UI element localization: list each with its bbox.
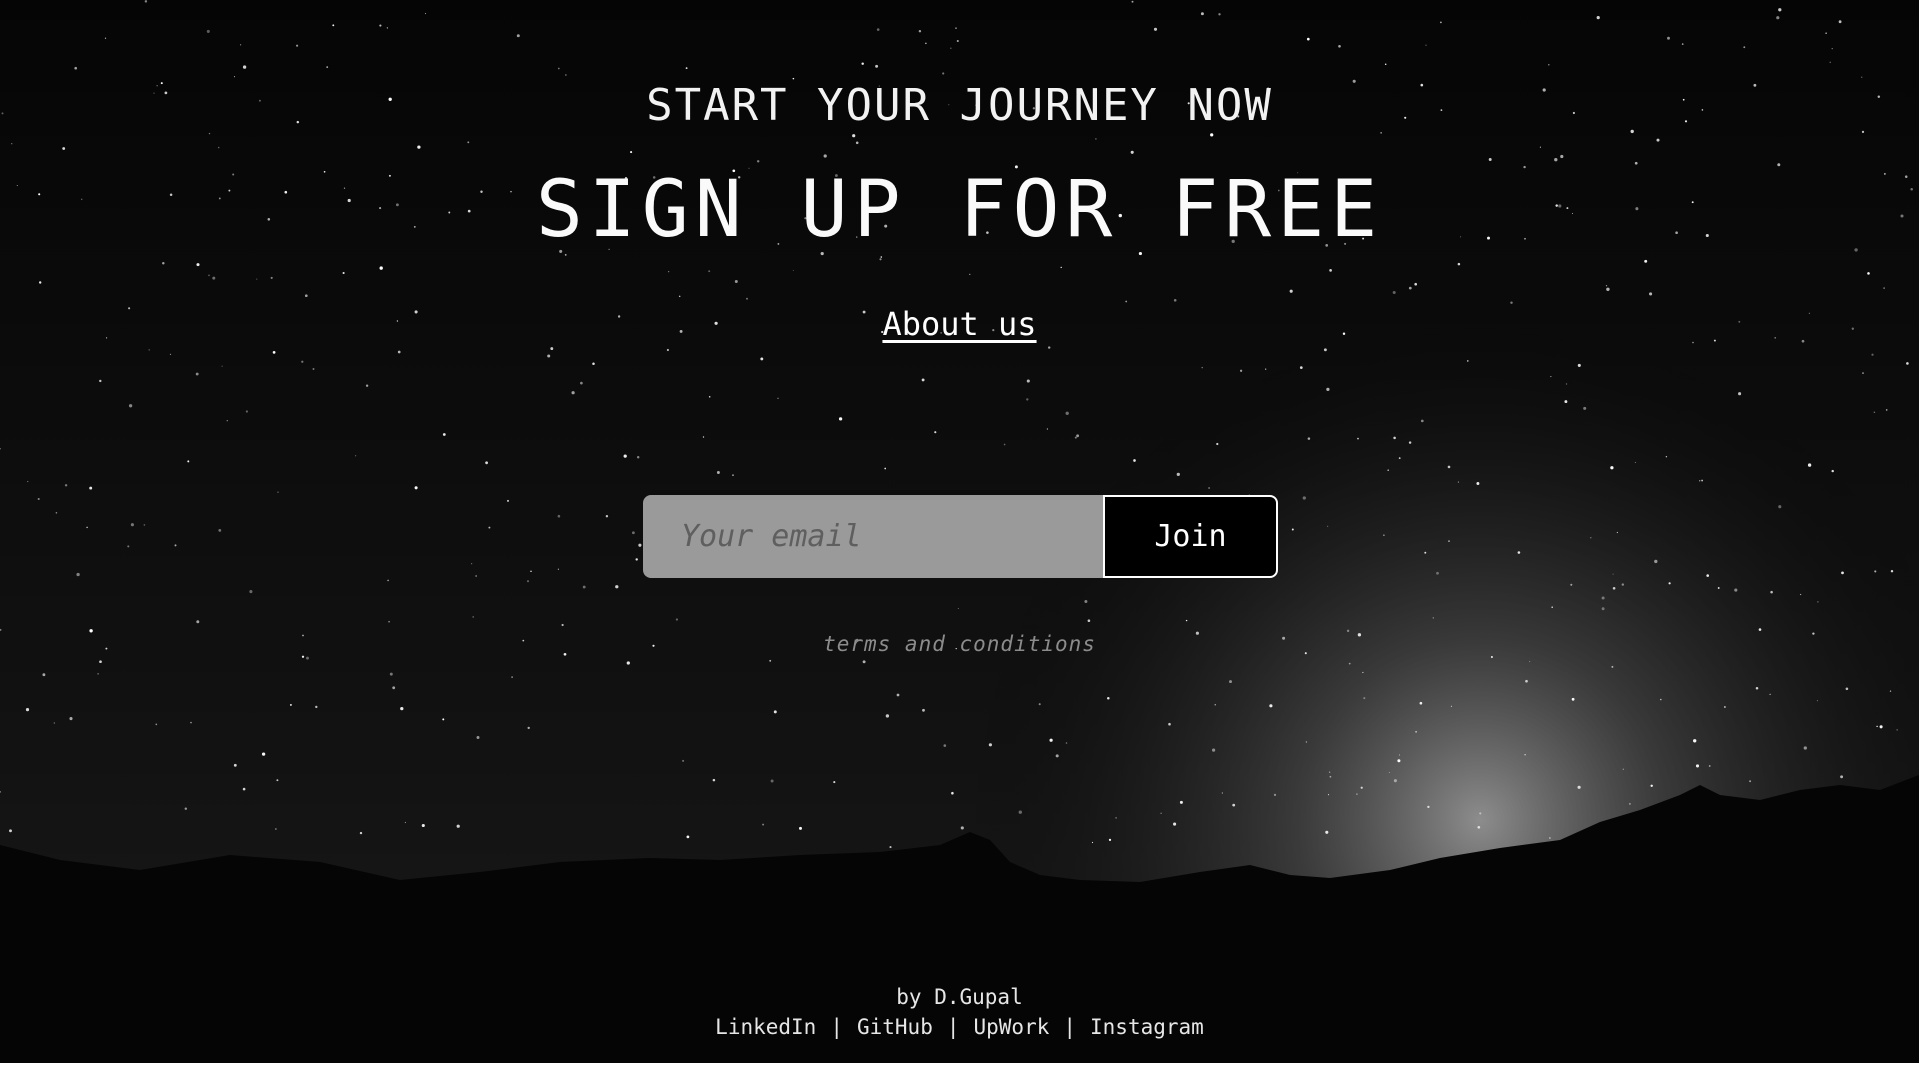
upwork-link[interactable]: UpWork (974, 1015, 1050, 1039)
footer-separator: | (830, 1015, 843, 1039)
signup-form: Join (643, 495, 1278, 578)
hero-section: START YOUR JOURNEY NOW SIGN UP FOR FREE … (0, 0, 1919, 1070)
footer-byline: by D.Gupal (896, 985, 1023, 1009)
join-button[interactable]: Join (1103, 495, 1278, 578)
terms-and-conditions-link[interactable]: terms and conditions (0, 632, 1919, 656)
email-input[interactable] (643, 495, 1103, 578)
linkedin-link[interactable]: LinkedIn (715, 1015, 816, 1039)
footer-separator: | (1063, 1015, 1077, 1039)
footer-separator: | (946, 1015, 960, 1039)
about-us-link[interactable]: About us (0, 305, 1919, 343)
github-link[interactable]: GitHub (857, 1015, 933, 1039)
page-title: SIGN UP FOR FREE (535, 165, 1384, 255)
footer: by D.Gupal LinkedIn | GitHub | UpWork | Instag… (0, 982, 1919, 1042)
footer-links: LinkedIn | GitHub | UpWork | Instagram (0, 1012, 1919, 1042)
instagram-link[interactable]: Instagram (1090, 1015, 1204, 1039)
eyebrow-heading: START YOUR JOURNEY NOW (646, 80, 1273, 131)
